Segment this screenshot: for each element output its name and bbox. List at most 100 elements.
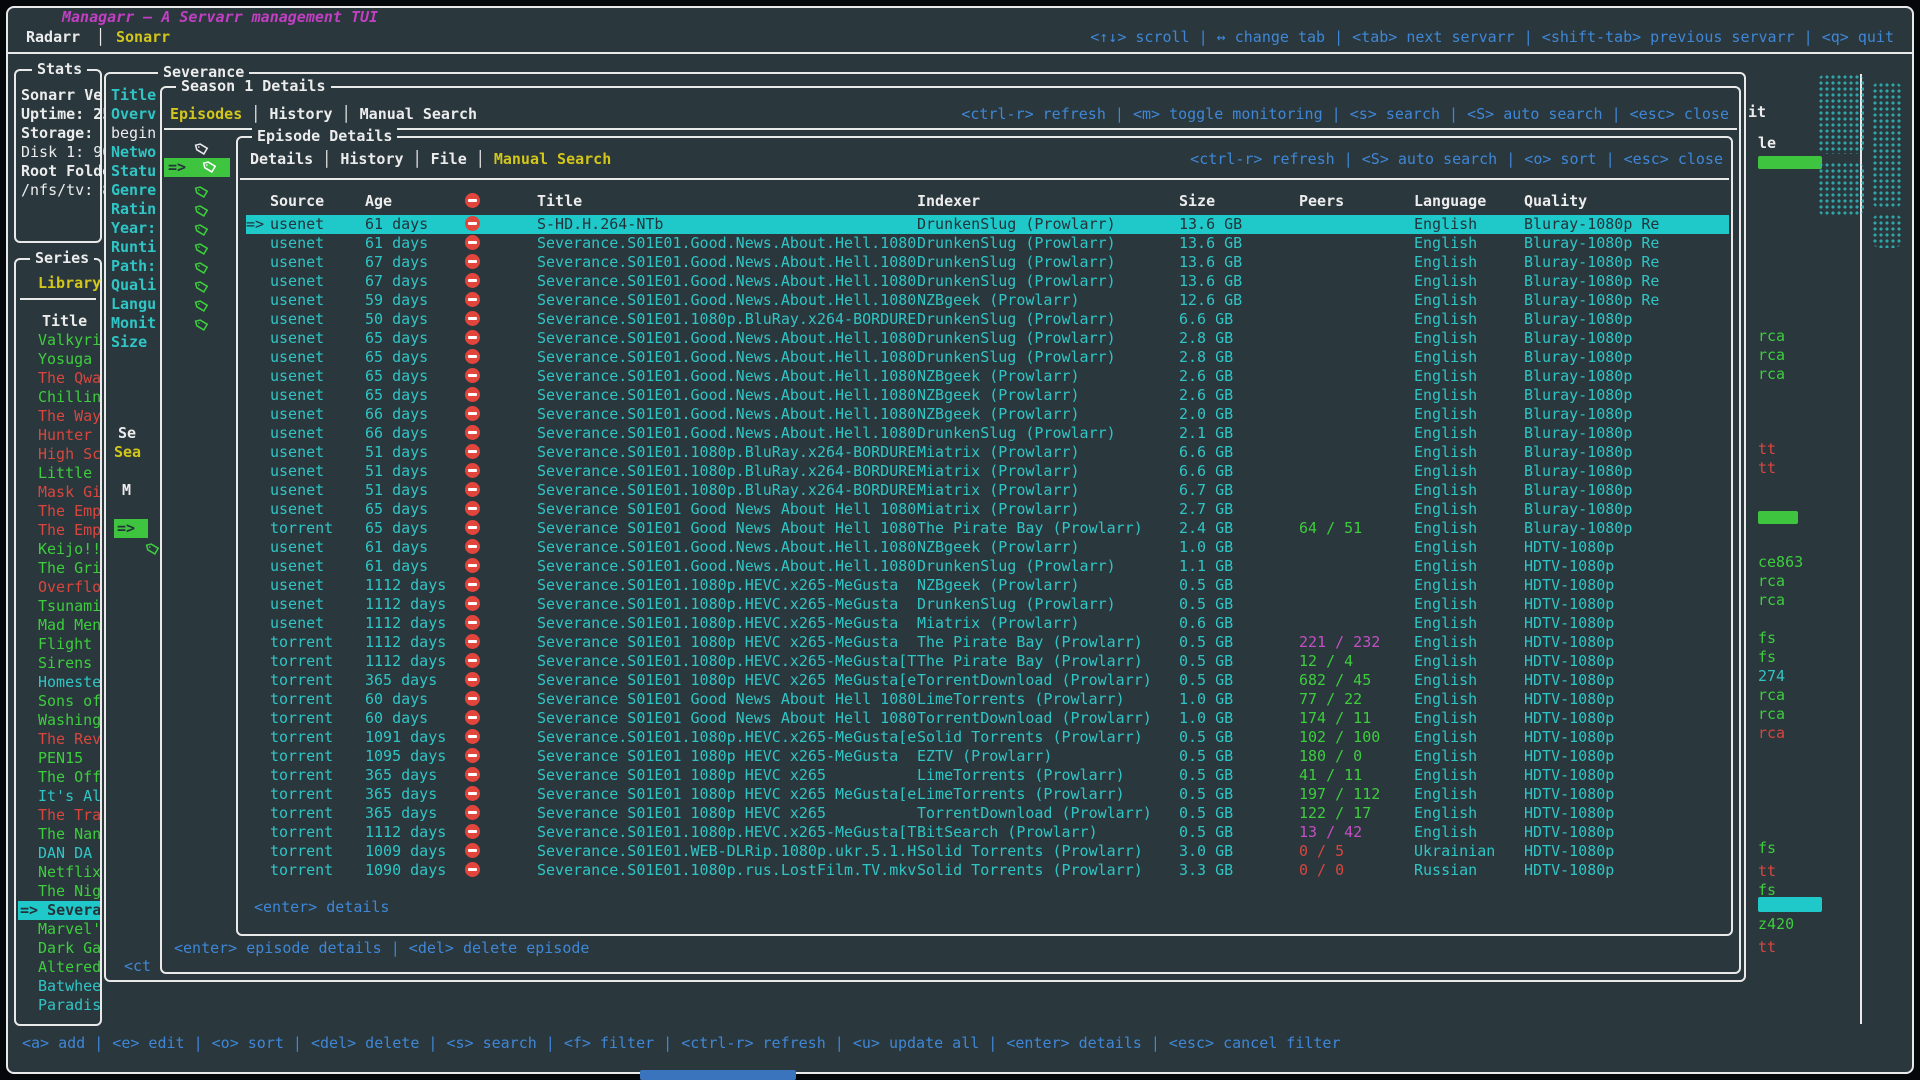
column-header-age[interactable]: Age [365,192,465,211]
search-result-row[interactable]: usenet65 daysSeverance.S01E01.Good.News.… [246,386,1729,405]
column-header-peers[interactable]: Peers [1299,192,1414,211]
series-item[interactable]: The Nan [18,825,100,844]
series-item[interactable]: The Emp [18,502,100,521]
search-result-row[interactable]: torrent1009 daysSeverance.S01E01.WEB-DLR… [246,842,1729,861]
search-result-row[interactable]: usenet65 daysSeverance S01E01 Good News … [246,500,1729,519]
tab-episodes[interactable]: Episodes [170,105,242,123]
series-item[interactable]: Flight [18,635,100,654]
series-item[interactable]: The Way [18,407,100,426]
tab-sonarr[interactable]: Sonarr [116,28,170,47]
search-result-row[interactable]: usenet1112 daysSeverance.S01E01.1080p.HE… [246,595,1729,614]
search-result-row[interactable]: usenet67 daysSeverance.S01E01.Good.News.… [246,253,1729,272]
series-item[interactable]: Little [18,464,100,483]
series-item[interactable]: High Sc [18,445,100,464]
column-header-source[interactable]: Source [270,192,365,211]
series-item[interactable]: The Rev [18,730,100,749]
cell-peers [1299,576,1414,595]
series-item[interactable]: DAN DA [18,844,100,863]
search-result-row[interactable]: usenet1112 daysSeverance.S01E01.1080p.HE… [246,576,1729,595]
search-result-row[interactable]: torrent365 daysSeverance S01E01 1080p HE… [246,804,1729,823]
tab-manual-search[interactable]: Manual Search [360,105,477,123]
search-result-row[interactable]: torrent1112 daysSeverance S01E01 1080p H… [246,633,1729,652]
series-item[interactable]: Hunter [18,426,100,445]
search-result-row[interactable]: torrent365 daysSeverance S01E01 1080p HE… [246,671,1729,690]
series-item[interactable]: Mask Gi [18,483,100,502]
search-result-row[interactable]: torrent365 daysSeverance S01E01 1080p HE… [246,785,1729,804]
series-item[interactable]: Mad Men [18,616,100,635]
search-result-row[interactable]: usenet59 daysSeverance.S01E01.Good.News.… [246,291,1729,310]
series-item[interactable]: Altered [18,958,100,977]
column-header-indexer[interactable]: Indexer [917,192,1179,211]
search-result-row[interactable]: torrent60 daysSeverance S01E01 Good News… [246,690,1729,709]
cell-peers: 102 / 100 [1299,728,1414,747]
search-result-row[interactable]: usenet67 daysSeverance.S01E01.Good.News.… [246,272,1729,291]
search-result-row[interactable]: torrent365 daysSeverance S01E01 1080p HE… [246,766,1729,785]
column-header-title[interactable]: Title [537,192,917,211]
tab-ep-manual-search[interactable]: Manual Search [494,150,611,168]
cell-source: torrent [270,709,365,728]
series-item[interactable]: Tsunami [18,597,100,616]
series-item[interactable]: Washing [18,711,100,730]
search-result-row[interactable]: usenet66 daysSeverance.S01E01.Good.News.… [246,405,1729,424]
series-item[interactable]: The Nig [18,882,100,901]
tab-file[interactable]: File [431,150,467,168]
series-item[interactable]: Netflix [18,863,100,882]
series-item[interactable]: The Tra [18,806,100,825]
search-result-row[interactable]: torrent1091 daysSeverance.S01E01.1080p.H… [246,728,1729,747]
series-item[interactable]: PEN15 [18,749,100,768]
cell-quality: Bluray-1080p Re [1524,253,1729,272]
search-result-row[interactable]: torrent1112 daysSeverance.S01E01.1080p.H… [246,823,1729,842]
cell-age: 66 days [365,405,465,424]
column-header-language[interactable]: Language [1414,192,1524,211]
series-item[interactable]: The Qwa [18,369,100,388]
search-result-row[interactable]: =>usenet61 daysS-HD.H.264-NTbDrunkenSlug… [246,215,1729,234]
series-item[interactable]: => Severan [18,901,100,920]
search-result-row[interactable]: usenet65 daysSeverance.S01E01.Good.News.… [246,367,1729,386]
selected-episode-row[interactable]: => [164,158,230,177]
series-item[interactable]: Marvel' [18,920,100,939]
series-item[interactable]: Batwhee [18,977,100,996]
search-result-row[interactable]: usenet51 daysSeverance.S01E01.1080p.BluR… [246,481,1729,500]
series-item[interactable]: The Off [18,768,100,787]
series-item[interactable]: Sons of [18,692,100,711]
tab-radarr[interactable]: Radarr [26,28,80,47]
series-item[interactable]: The Emp [18,521,100,540]
search-result-row[interactable]: usenet61 daysSeverance.S01E01.Good.News.… [246,538,1729,557]
column-header-size[interactable]: Size [1179,192,1299,211]
search-result-row[interactable]: torrent1095 daysSeverance S01E01 1080p H… [246,747,1729,766]
column-header-quality[interactable]: Quality [1524,192,1729,211]
search-result-row[interactable]: usenet61 daysSeverance.S01E01.Good.News.… [246,234,1729,253]
search-result-row[interactable]: torrent1112 daysSeverance.S01E01.1080p.H… [246,652,1729,671]
search-result-row[interactable]: usenet65 daysSeverance.S01E01.Good.News.… [246,329,1729,348]
series-item[interactable]: It's Al [18,787,100,806]
series-item[interactable]: Homeste [18,673,100,692]
search-result-row[interactable]: usenet65 daysSeverance.S01E01.Good.News.… [246,348,1729,367]
series-item[interactable]: Valkyri [18,331,100,350]
search-result-row[interactable]: usenet66 daysSeverance.S01E01.Good.News.… [246,424,1729,443]
search-result-row[interactable]: torrent1090 daysSeverance.S01E01.1080p.r… [246,861,1729,880]
column-header-rejected[interactable] [465,192,537,211]
search-result-row[interactable]: usenet51 daysSeverance.S01E01.1080p.BluR… [246,462,1729,481]
search-result-row[interactable]: usenet61 daysSeverance.S01E01.Good.News.… [246,557,1729,576]
series-item[interactable]: Sirens [18,654,100,673]
seasons-selected-row-stub[interactable]: => [114,519,148,538]
series-item[interactable]: Yosuga [18,350,100,369]
series-item[interactable]: Overflo [18,578,100,597]
search-result-row[interactable]: torrent60 daysSeverance S01E01 Good News… [246,709,1729,728]
tab-details[interactable]: Details [250,150,313,168]
tab-history[interactable]: History [269,105,332,123]
series-item[interactable]: Paradis [18,996,100,1015]
search-result-row[interactable]: torrent65 daysSeverance S01E01 Good News… [246,519,1729,538]
search-result-row[interactable]: usenet51 daysSeverance.S01E01.1080p.BluR… [246,443,1729,462]
series-item[interactable]: Dark Ga [18,939,100,958]
search-result-row[interactable]: usenet1112 daysSeverance.S01E01.1080p.HE… [246,614,1729,633]
cell-title: Severance.S01E01.Good.News.About.Hell.10… [537,405,917,424]
row-marker [246,557,270,576]
cell-size: 2.1 GB [1179,424,1299,443]
search-result-row[interactable]: usenet50 daysSeverance.S01E01.1080p.BluR… [246,310,1729,329]
cell-language: English [1414,348,1524,367]
series-item[interactable]: Chillin [18,388,100,407]
series-item[interactable]: The Gri [18,559,100,578]
tab-ep-history[interactable]: History [340,150,403,168]
series-item[interactable]: Keijo!! [18,540,100,559]
